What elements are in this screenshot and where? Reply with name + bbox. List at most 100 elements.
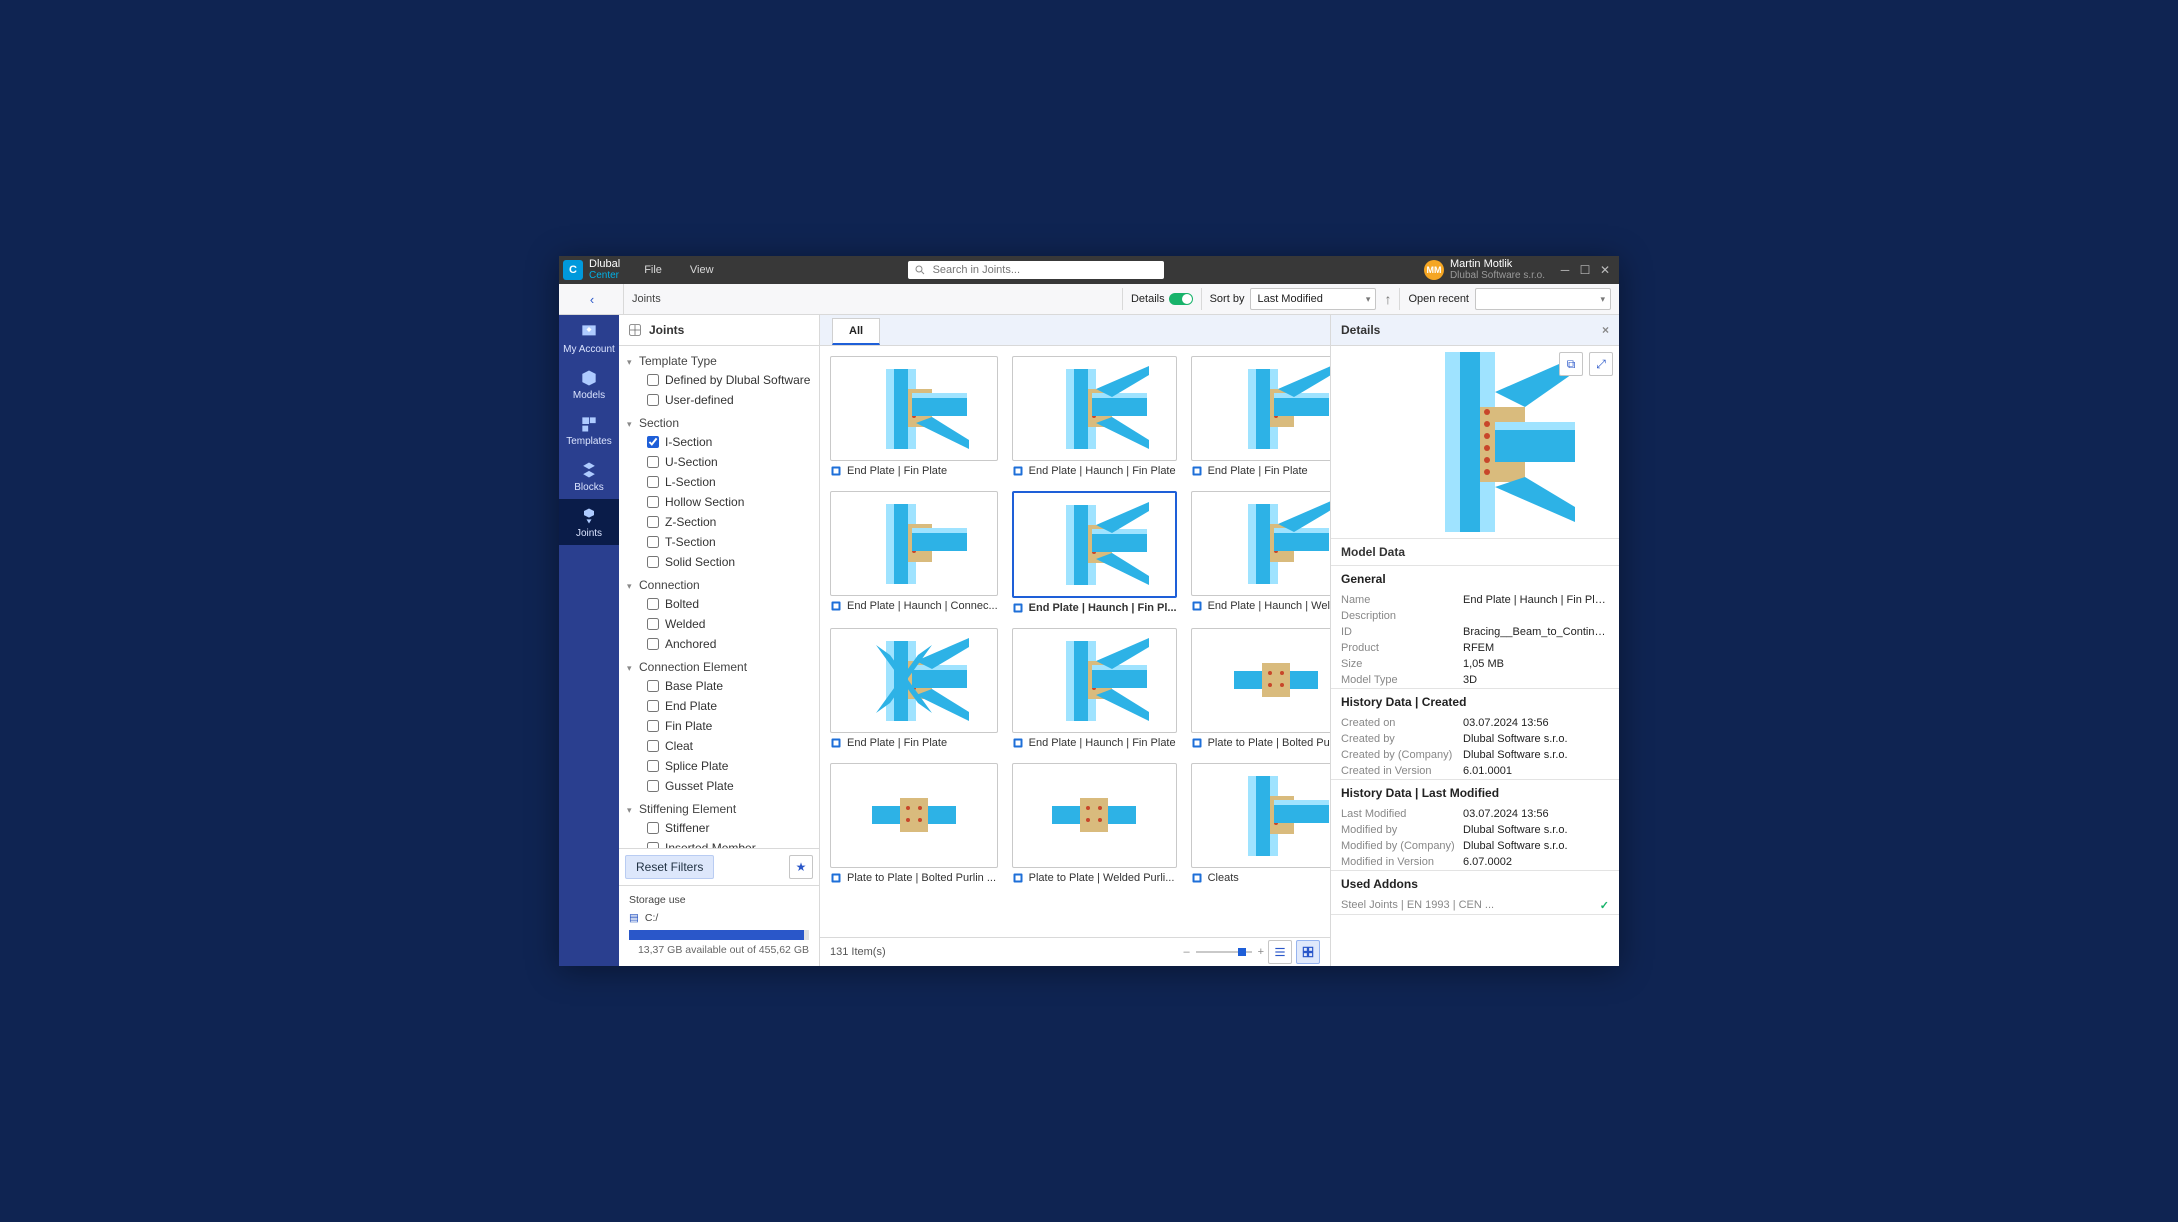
reset-filters-button[interactable]: Reset Filters [625, 855, 714, 879]
gallery-card[interactable]: Plate to Plate | Bolted Purlin ... [830, 763, 998, 884]
gallery-card[interactable]: End Plate | Haunch | Fin Plate [1012, 356, 1177, 477]
gallery-card[interactable]: Cleats [1191, 763, 1330, 884]
filter-option[interactable]: Anchored [619, 634, 819, 654]
details-toggle[interactable]: Details [1122, 288, 1201, 310]
gallery-card[interactable]: End Plate | Fin Plate [1191, 356, 1330, 477]
filter-option[interactable]: Gusset Plate [619, 776, 819, 796]
filter-option[interactable]: U-Section [619, 452, 819, 472]
list-view-button[interactable] [1268, 940, 1292, 964]
detail-row: Created in Version6.01.0001 [1331, 763, 1619, 779]
detail-row: Created on03.07.2024 13:56 [1331, 715, 1619, 731]
menu-view[interactable]: View [676, 256, 728, 284]
filter-option[interactable]: Fin Plate [619, 716, 819, 736]
filter-checkbox[interactable] [647, 680, 659, 692]
gallery-card[interactable]: End Plate | Haunch | Welded ... [1191, 491, 1330, 614]
favorite-filter-button[interactable]: ★ [789, 855, 813, 879]
zoom-out-icon[interactable]: – [1183, 946, 1189, 958]
filter-checkbox[interactable] [647, 496, 659, 508]
card-thumb [1012, 491, 1177, 598]
filter-checkbox[interactable] [647, 556, 659, 568]
filter-group-label[interactable]: Stiffening Element [619, 800, 819, 818]
filter-checkbox[interactable] [647, 456, 659, 468]
rail-models[interactable]: Models [559, 361, 619, 407]
card-caption: End Plate | Haunch | Fin Plate [1012, 737, 1177, 749]
menu-file[interactable]: File [630, 256, 676, 284]
filter-option[interactable]: L-Section [619, 472, 819, 492]
rail-my-account[interactable]: My Account [559, 315, 619, 361]
filter-group-label[interactable]: Connection Element [619, 658, 819, 676]
close-details-button[interactable]: × [1602, 323, 1609, 337]
filter-checkbox[interactable] [647, 436, 659, 448]
filter-option-label: Splice Plate [665, 759, 728, 773]
filter-option[interactable]: Cleat [619, 736, 819, 756]
breadcrumb-item[interactable]: Joints [632, 293, 661, 305]
filter-option[interactable]: Welded [619, 614, 819, 634]
minimize-button[interactable]: ─ [1555, 261, 1575, 279]
gallery-card[interactable]: End Plate | Fin Plate [830, 356, 998, 477]
rail-joints[interactable]: Joints [559, 499, 619, 545]
detail-row: Created by (Company)Dlubal Software s.r.… [1331, 747, 1619, 763]
detail-row: Steel Joints | EN 1993 | CEN ...✓ [1331, 897, 1619, 914]
maximize-button[interactable]: ☐ [1575, 261, 1595, 279]
filter-group-label[interactable]: Template Type [619, 352, 819, 370]
open-recent-select[interactable] [1475, 288, 1611, 310]
filter-checkbox[interactable] [647, 760, 659, 772]
search-input[interactable] [931, 263, 1158, 277]
filter-checkbox[interactable] [647, 536, 659, 548]
detail-value: Dlubal Software s.r.o. [1463, 749, 1609, 761]
filter-checkbox[interactable] [647, 740, 659, 752]
filter-checkbox[interactable] [647, 618, 659, 630]
filter-checkbox[interactable] [647, 476, 659, 488]
gallery-card[interactable]: End Plate | Haunch | Connec... [830, 491, 998, 614]
filter-option[interactable]: End Plate [619, 696, 819, 716]
preview-action-1[interactable]: ⧉ [1559, 352, 1583, 376]
app-window: C Dlubal Center FileView MM Martin Motli… [559, 256, 1619, 966]
filter-group-label[interactable]: Connection [619, 576, 819, 594]
filter-group-label[interactable]: Section [619, 414, 819, 432]
filter-option[interactable]: User-defined [619, 390, 819, 410]
filter-option[interactable]: Splice Plate [619, 756, 819, 776]
filter-checkbox[interactable] [647, 638, 659, 650]
filter-option[interactable]: Solid Section [619, 552, 819, 572]
sort-by-select[interactable]: Last Modified [1250, 288, 1376, 310]
filter-checkbox[interactable] [647, 516, 659, 528]
close-button[interactable]: ✕ [1595, 261, 1615, 279]
filter-option[interactable]: I-Section [619, 432, 819, 452]
gallery-grid[interactable]: End Plate | Fin PlateEnd Plate | Haunch … [820, 346, 1330, 937]
gallery-card[interactable]: Plate to Plate | Welded Purli... [1012, 763, 1177, 884]
grid-view-button[interactable] [1296, 940, 1320, 964]
filter-option[interactable]: Stiffener [619, 818, 819, 838]
preview-action-2[interactable]: ⤢ [1589, 352, 1613, 376]
rail-blocks[interactable]: Blocks [559, 453, 619, 499]
gallery-card[interactable]: End Plate | Fin Plate [830, 628, 998, 749]
zoom-slider[interactable] [1196, 951, 1252, 953]
details-toggle-label: Details [1131, 293, 1165, 305]
filter-option[interactable]: Hollow Section [619, 492, 819, 512]
filter-checkbox[interactable] [647, 374, 659, 386]
filter-option[interactable]: Bolted [619, 594, 819, 614]
rail-templates[interactable]: Templates [559, 407, 619, 453]
zoom-in-icon[interactable]: + [1258, 946, 1264, 958]
filter-checkbox[interactable] [647, 822, 659, 834]
zoom-control[interactable]: – + [1183, 946, 1264, 958]
gallery-card[interactable]: End Plate | Haunch | Fin Pl... [1012, 491, 1177, 614]
card-thumb [830, 763, 998, 868]
sort-direction-icon[interactable]: ↑ [1384, 291, 1391, 307]
back-button[interactable]: ‹ [561, 284, 624, 314]
gallery-card[interactable]: Plate to Plate | Bolted Purlin [1191, 628, 1330, 749]
filter-checkbox[interactable] [647, 700, 659, 712]
filter-checkbox[interactable] [647, 780, 659, 792]
filter-option[interactable]: Z-Section [619, 512, 819, 532]
filter-checkbox[interactable] [647, 394, 659, 406]
filter-option[interactable]: Base Plate [619, 676, 819, 696]
filter-option-label: Defined by Dlubal Software [665, 373, 810, 387]
tab-all[interactable]: All [832, 318, 880, 345]
filter-checkbox[interactable] [647, 720, 659, 732]
filter-checkbox[interactable] [647, 598, 659, 610]
search-box[interactable] [908, 261, 1164, 279]
filter-option[interactable]: Inserted Member [619, 838, 819, 848]
filter-option[interactable]: T-Section [619, 532, 819, 552]
user-avatar[interactable]: MM [1424, 260, 1444, 280]
filter-option[interactable]: Defined by Dlubal Software [619, 370, 819, 390]
gallery-card[interactable]: End Plate | Haunch | Fin Plate [1012, 628, 1177, 749]
